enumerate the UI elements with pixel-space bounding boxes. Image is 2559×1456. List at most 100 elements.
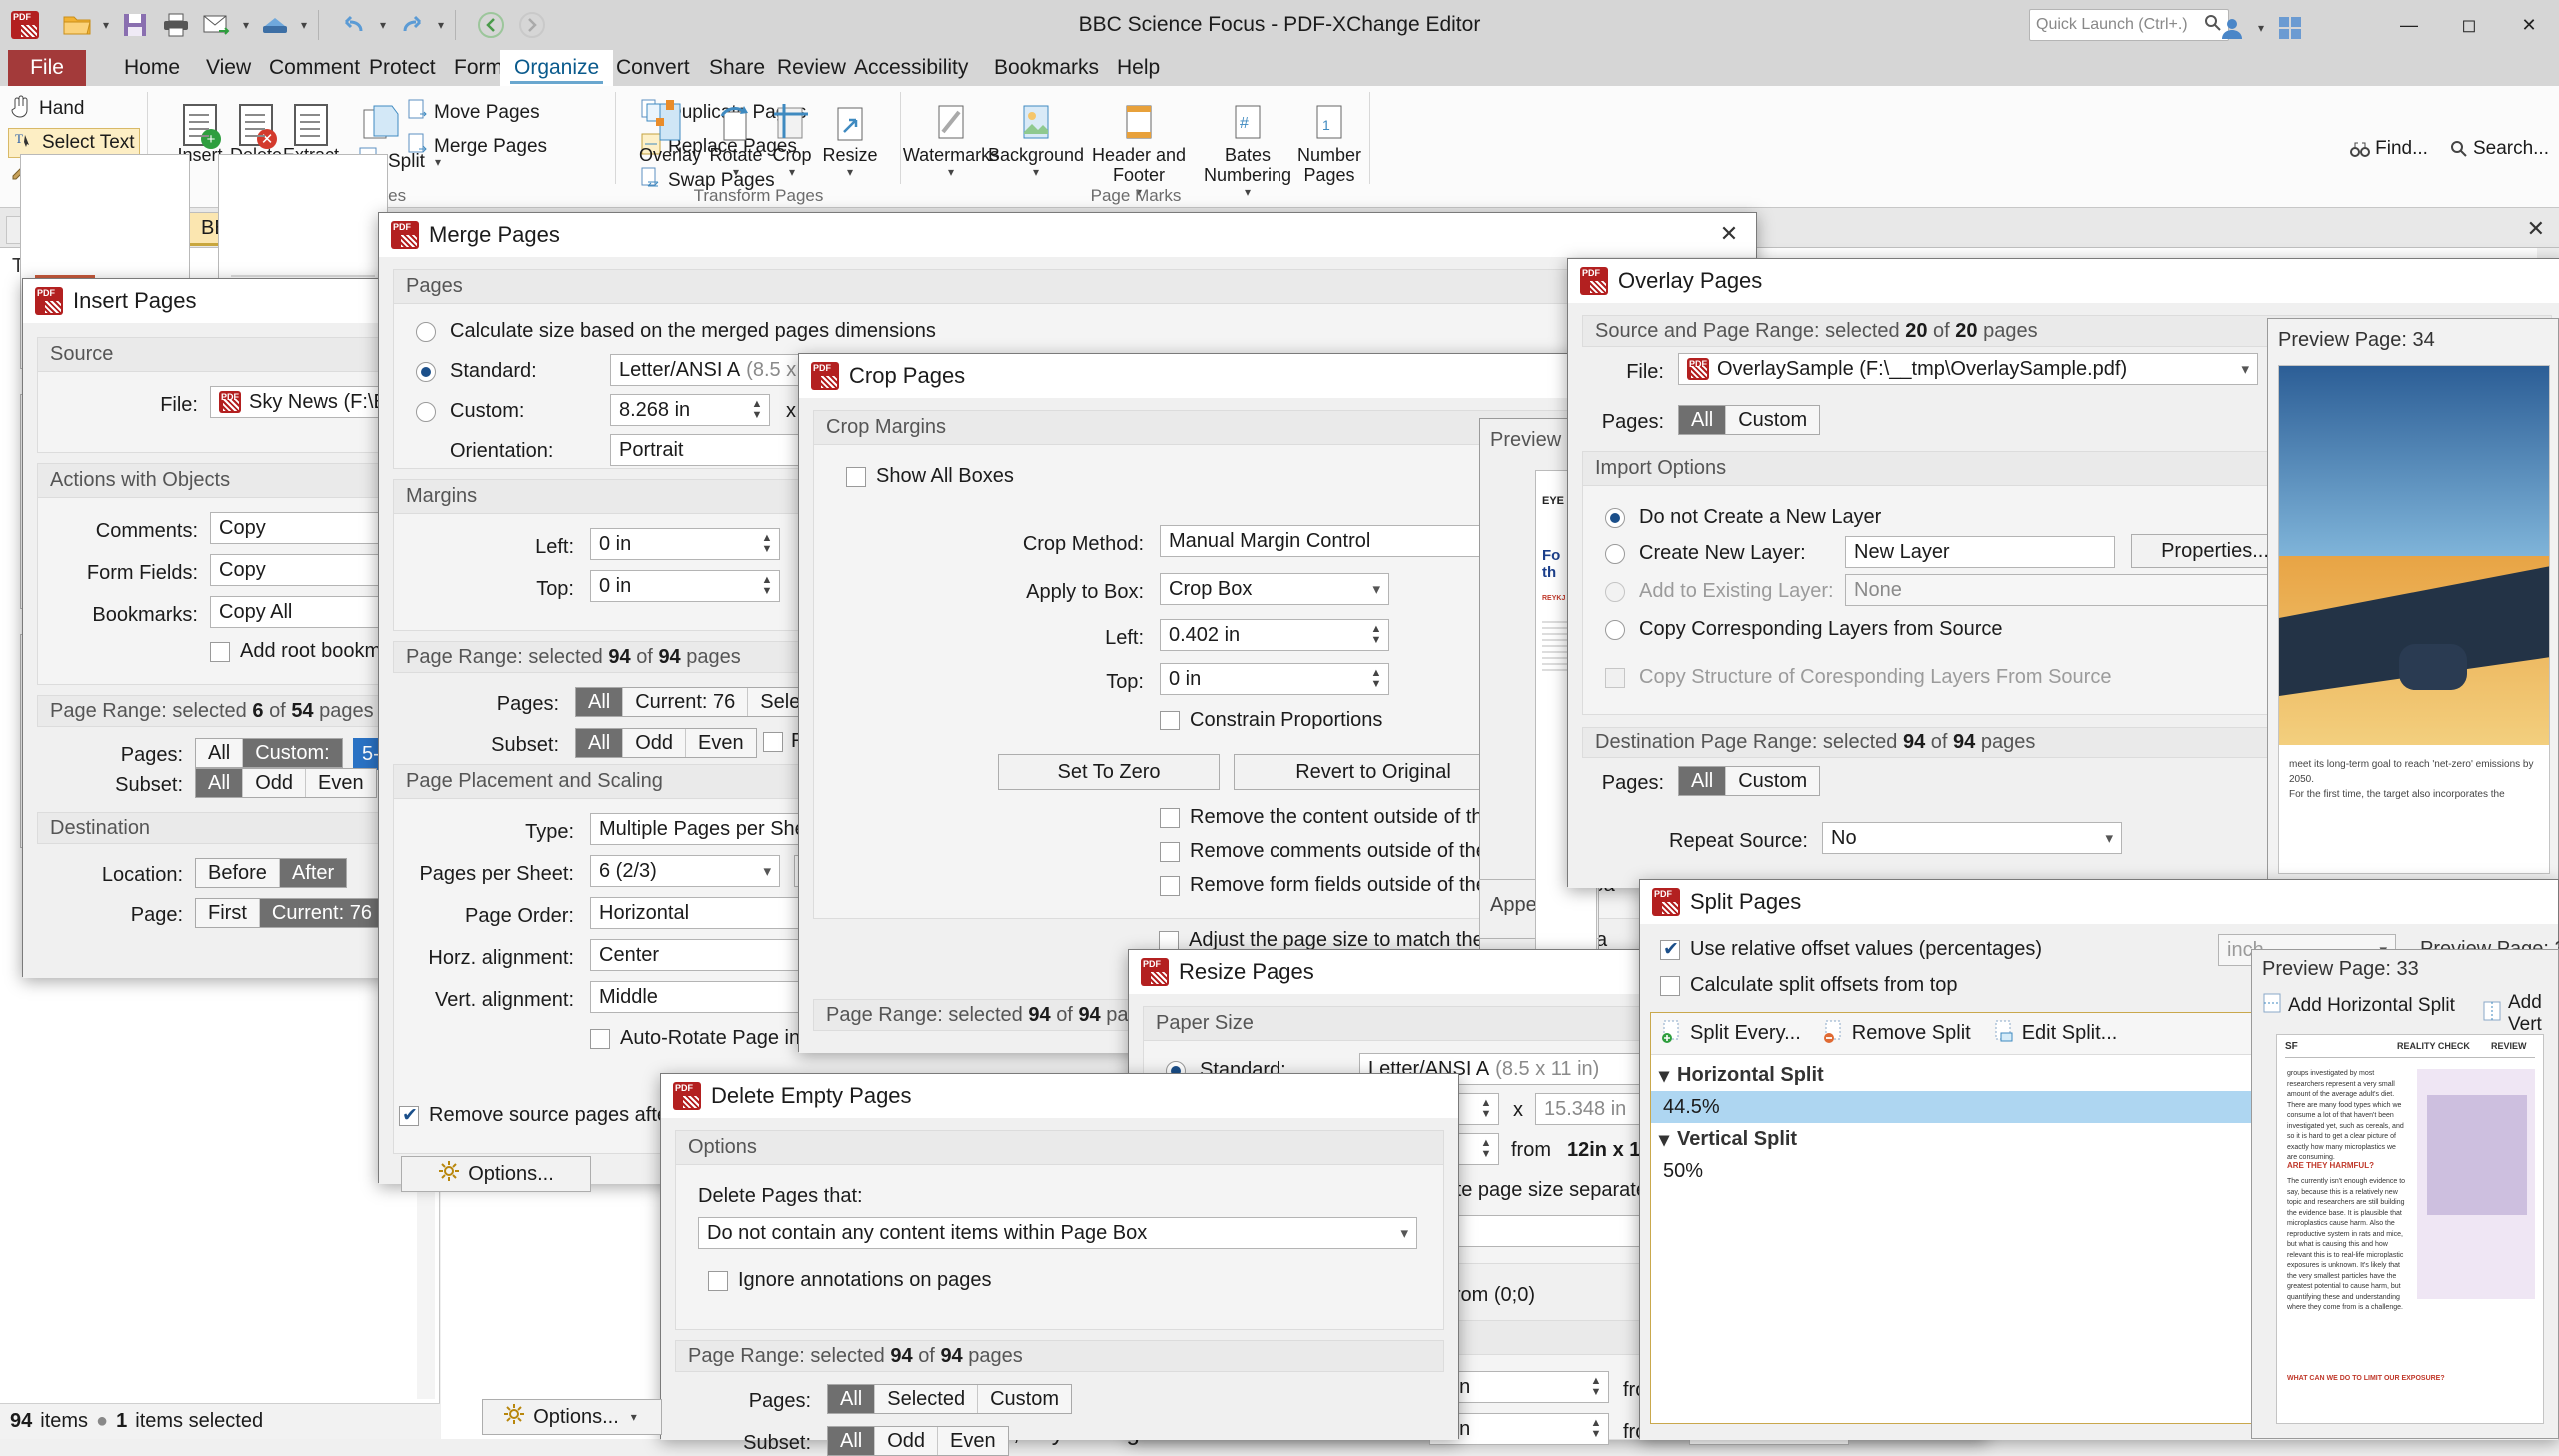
tab-home[interactable]: Home — [110, 50, 194, 86]
resize-chevron-down-icon[interactable]: ▾ — [843, 165, 857, 179]
merge-standard-radio[interactable] — [416, 362, 436, 382]
delete-subset-opt-all[interactable]: All — [828, 1427, 876, 1455]
crop-opt4-checkbox[interactable] — [1159, 931, 1179, 951]
crop-set-zero-button[interactable]: Set To Zero — [998, 754, 1220, 790]
merge-pages-opt-all[interactable]: All — [576, 688, 624, 716]
add-vertical-split-button[interactable]: Add Vert — [2482, 992, 2558, 1036]
merge-subset-opt-all[interactable]: All — [576, 729, 624, 757]
insert-location-opt-before[interactable]: Before — [196, 859, 280, 887]
add-horizontal-split-button-outer[interactable]: Add Horizontal Split — [2262, 992, 2455, 1020]
rotate-chevron-down-icon[interactable]: ▾ — [729, 165, 743, 179]
crop-show-all-boxes-checkbox[interactable] — [846, 467, 866, 487]
overlay-file-select[interactable]: OverlaySample (F:\__tmp\OverlaySample.pd… — [1678, 353, 2258, 385]
crop-opt1-checkbox[interactable] — [1160, 808, 1180, 828]
overlay-dest-opt-all[interactable]: All — [1679, 767, 1727, 795]
delete-options-chevron-down-icon[interactable]: ▾ — [627, 1410, 641, 1424]
watermarks-button[interactable]: Watermarks ▾ — [903, 94, 999, 179]
merge-pages-opt-current[interactable]: Current: 76 — [623, 688, 749, 716]
insert-subset-opt-even[interactable]: Even — [306, 769, 376, 797]
crop-left-spinner[interactable]: ▲ ▼ — [1366, 622, 1386, 648]
merge-remove-source-checkbox[interactable] — [399, 1104, 419, 1127]
merge-subset-opt-even[interactable]: Even — [686, 729, 756, 757]
header-footer-button[interactable]: Header and Footer ▾ — [1081, 94, 1197, 199]
resize-horz-spinner[interactable]: ▲ ▼ — [1586, 1374, 1606, 1400]
delete-pages-opt-custom[interactable]: Custom — [978, 1385, 1071, 1413]
account-chevron-down-icon[interactable]: ▾ — [2254, 21, 2268, 35]
merge-custom-width-spinner[interactable]: ▲ ▼ — [747, 397, 767, 423]
merge-subset-opt-odd[interactable]: Odd — [623, 729, 687, 757]
merge-pps-select[interactable]: 6 (2/3) — [590, 855, 780, 887]
crop-top-input[interactable]: 0 in ▲ ▼ — [1160, 663, 1389, 695]
delete-pages-opt-selected[interactable]: Selected — [875, 1385, 979, 1413]
move-pages-button[interactable]: Move Pages — [406, 98, 540, 128]
background-chevron-down-icon[interactable]: ▾ — [1029, 165, 1043, 179]
edit-split-button[interactable]: Edit Split... — [1993, 1019, 2117, 1049]
overlay-repeat-select[interactable]: No — [1822, 822, 2122, 854]
overlay-copy-corresponding-radio[interactable] — [1605, 620, 1625, 640]
delete-ignore-annotations-checkbox[interactable] — [708, 1271, 728, 1291]
merge-subset-extra-checkbox[interactable] — [763, 732, 783, 752]
crop-apply-select[interactable]: Crop Box — [1160, 573, 1389, 605]
insert-subset-segmented[interactable]: All Odd Even — [195, 768, 377, 798]
tab-organize[interactable]: Organize — [500, 50, 614, 86]
resize-percentage-spinner[interactable]: ▲ ▼ — [1476, 1136, 1496, 1162]
resize-vert-spinner[interactable]: ▲ ▼ — [1586, 1416, 1606, 1442]
split-calc-top-checkbox[interactable] — [1660, 976, 1680, 996]
insert-subset-opt-all[interactable]: All — [196, 769, 244, 797]
delete-options-button[interactable]: Options... ▾ — [482, 1399, 662, 1435]
crop-button[interactable]: Crop ▾ — [764, 94, 820, 179]
minimize-button[interactable]: — — [2379, 0, 2439, 50]
tool-hand[interactable]: Hand — [10, 94, 84, 124]
insert-pages-segmented[interactable]: All Custom: — [195, 738, 343, 768]
merge-custom-width-input[interactable]: 8.268 in ▲ ▼ — [610, 394, 770, 426]
overlay-pages-opt-all[interactable]: All — [1679, 406, 1727, 434]
merge-calc-radio[interactable] — [416, 322, 436, 342]
watermarks-chevron-down-icon[interactable]: ▾ — [944, 165, 958, 179]
merge-left-spinner[interactable]: ▲ ▼ — [757, 531, 777, 557]
crop-revert-button[interactable]: Revert to Original — [1234, 754, 1513, 790]
close-button[interactable]: ✕ — [2499, 0, 2559, 50]
merge-left-input[interactable]: 0 in ▲ ▼ — [590, 528, 780, 560]
delete-subset-opt-odd[interactable]: Odd — [875, 1427, 939, 1455]
split-chevron-down-icon[interactable]: ▾ — [431, 155, 445, 169]
merge-autorotate-checkbox[interactable] — [590, 1029, 610, 1049]
crop-chevron-down-icon[interactable]: ▾ — [785, 165, 799, 179]
merge-top-input[interactable]: 0 in ▲ ▼ — [590, 570, 780, 602]
tab-convert[interactable]: Convert — [602, 50, 704, 86]
insert-page-opt-first[interactable]: First — [196, 899, 260, 927]
crop-top-spinner[interactable]: ▲ ▼ — [1366, 666, 1386, 692]
overlay-button[interactable]: Overlay — [624, 94, 716, 166]
merge-options-button[interactable]: Options... — [401, 1156, 591, 1192]
tab-file[interactable]: File — [8, 50, 86, 86]
delete-pages-opt-all[interactable]: All — [828, 1385, 876, 1413]
layout-icon[interactable] — [2271, 9, 2309, 47]
insert-subset-opt-odd[interactable]: Odd — [243, 769, 307, 797]
delete-pages-segmented[interactable]: All Selected Custom — [827, 1384, 1072, 1414]
tab-protect[interactable]: Protect — [355, 50, 450, 86]
find-button[interactable]: Find... — [2350, 138, 2428, 160]
overlay-new-layer-radio[interactable] — [1605, 544, 1625, 564]
crop-opt2-checkbox[interactable] — [1160, 842, 1180, 862]
background-button[interactable]: Background ▾ — [988, 94, 1084, 179]
tab-accessibility[interactable]: Accessibility — [840, 50, 982, 86]
number-pages-button[interactable]: 1 Number Pages — [1296, 94, 1362, 186]
delete-pages-that-select[interactable]: Do not contain any content items within … — [698, 1217, 1417, 1249]
quick-launch-input[interactable]: Quick Launch (Ctrl+.) — [2029, 9, 2229, 41]
merge-subset-segmented[interactable]: All Odd Even — [575, 728, 757, 758]
delete-subset-opt-even[interactable]: Even — [938, 1427, 1008, 1455]
insert-location-segmented[interactable]: Before After — [195, 858, 348, 888]
split-every-button[interactable]: Split Every... — [1661, 1019, 1801, 1049]
remove-split-button[interactable]: Remove Split — [1823, 1019, 1971, 1049]
resize-button[interactable]: Resize ▾ — [820, 94, 880, 179]
merge-top-spinner[interactable]: ▲ ▼ — [757, 573, 777, 599]
bates-numbering-button[interactable]: # Bates Numbering ▾ — [1201, 94, 1294, 199]
crop-opt3-checkbox[interactable] — [1160, 876, 1180, 896]
dialog-merge-close-icon[interactable]: ✕ — [1712, 219, 1746, 249]
doc-area-close-icon[interactable]: ✕ — [2527, 216, 2545, 242]
overlay-dest-opt-custom[interactable]: Custom — [1726, 767, 1820, 795]
merge-custom-radio[interactable] — [416, 402, 436, 422]
delete-subset-segmented[interactable]: All Odd Even — [827, 1426, 1009, 1456]
insert-pages-opt-custom[interactable]: Custom: — [243, 739, 342, 767]
overlay-dest-pages-segmented[interactable]: All Custom — [1678, 766, 1821, 796]
tab-bookmarks[interactable]: Bookmarks — [980, 50, 1113, 86]
